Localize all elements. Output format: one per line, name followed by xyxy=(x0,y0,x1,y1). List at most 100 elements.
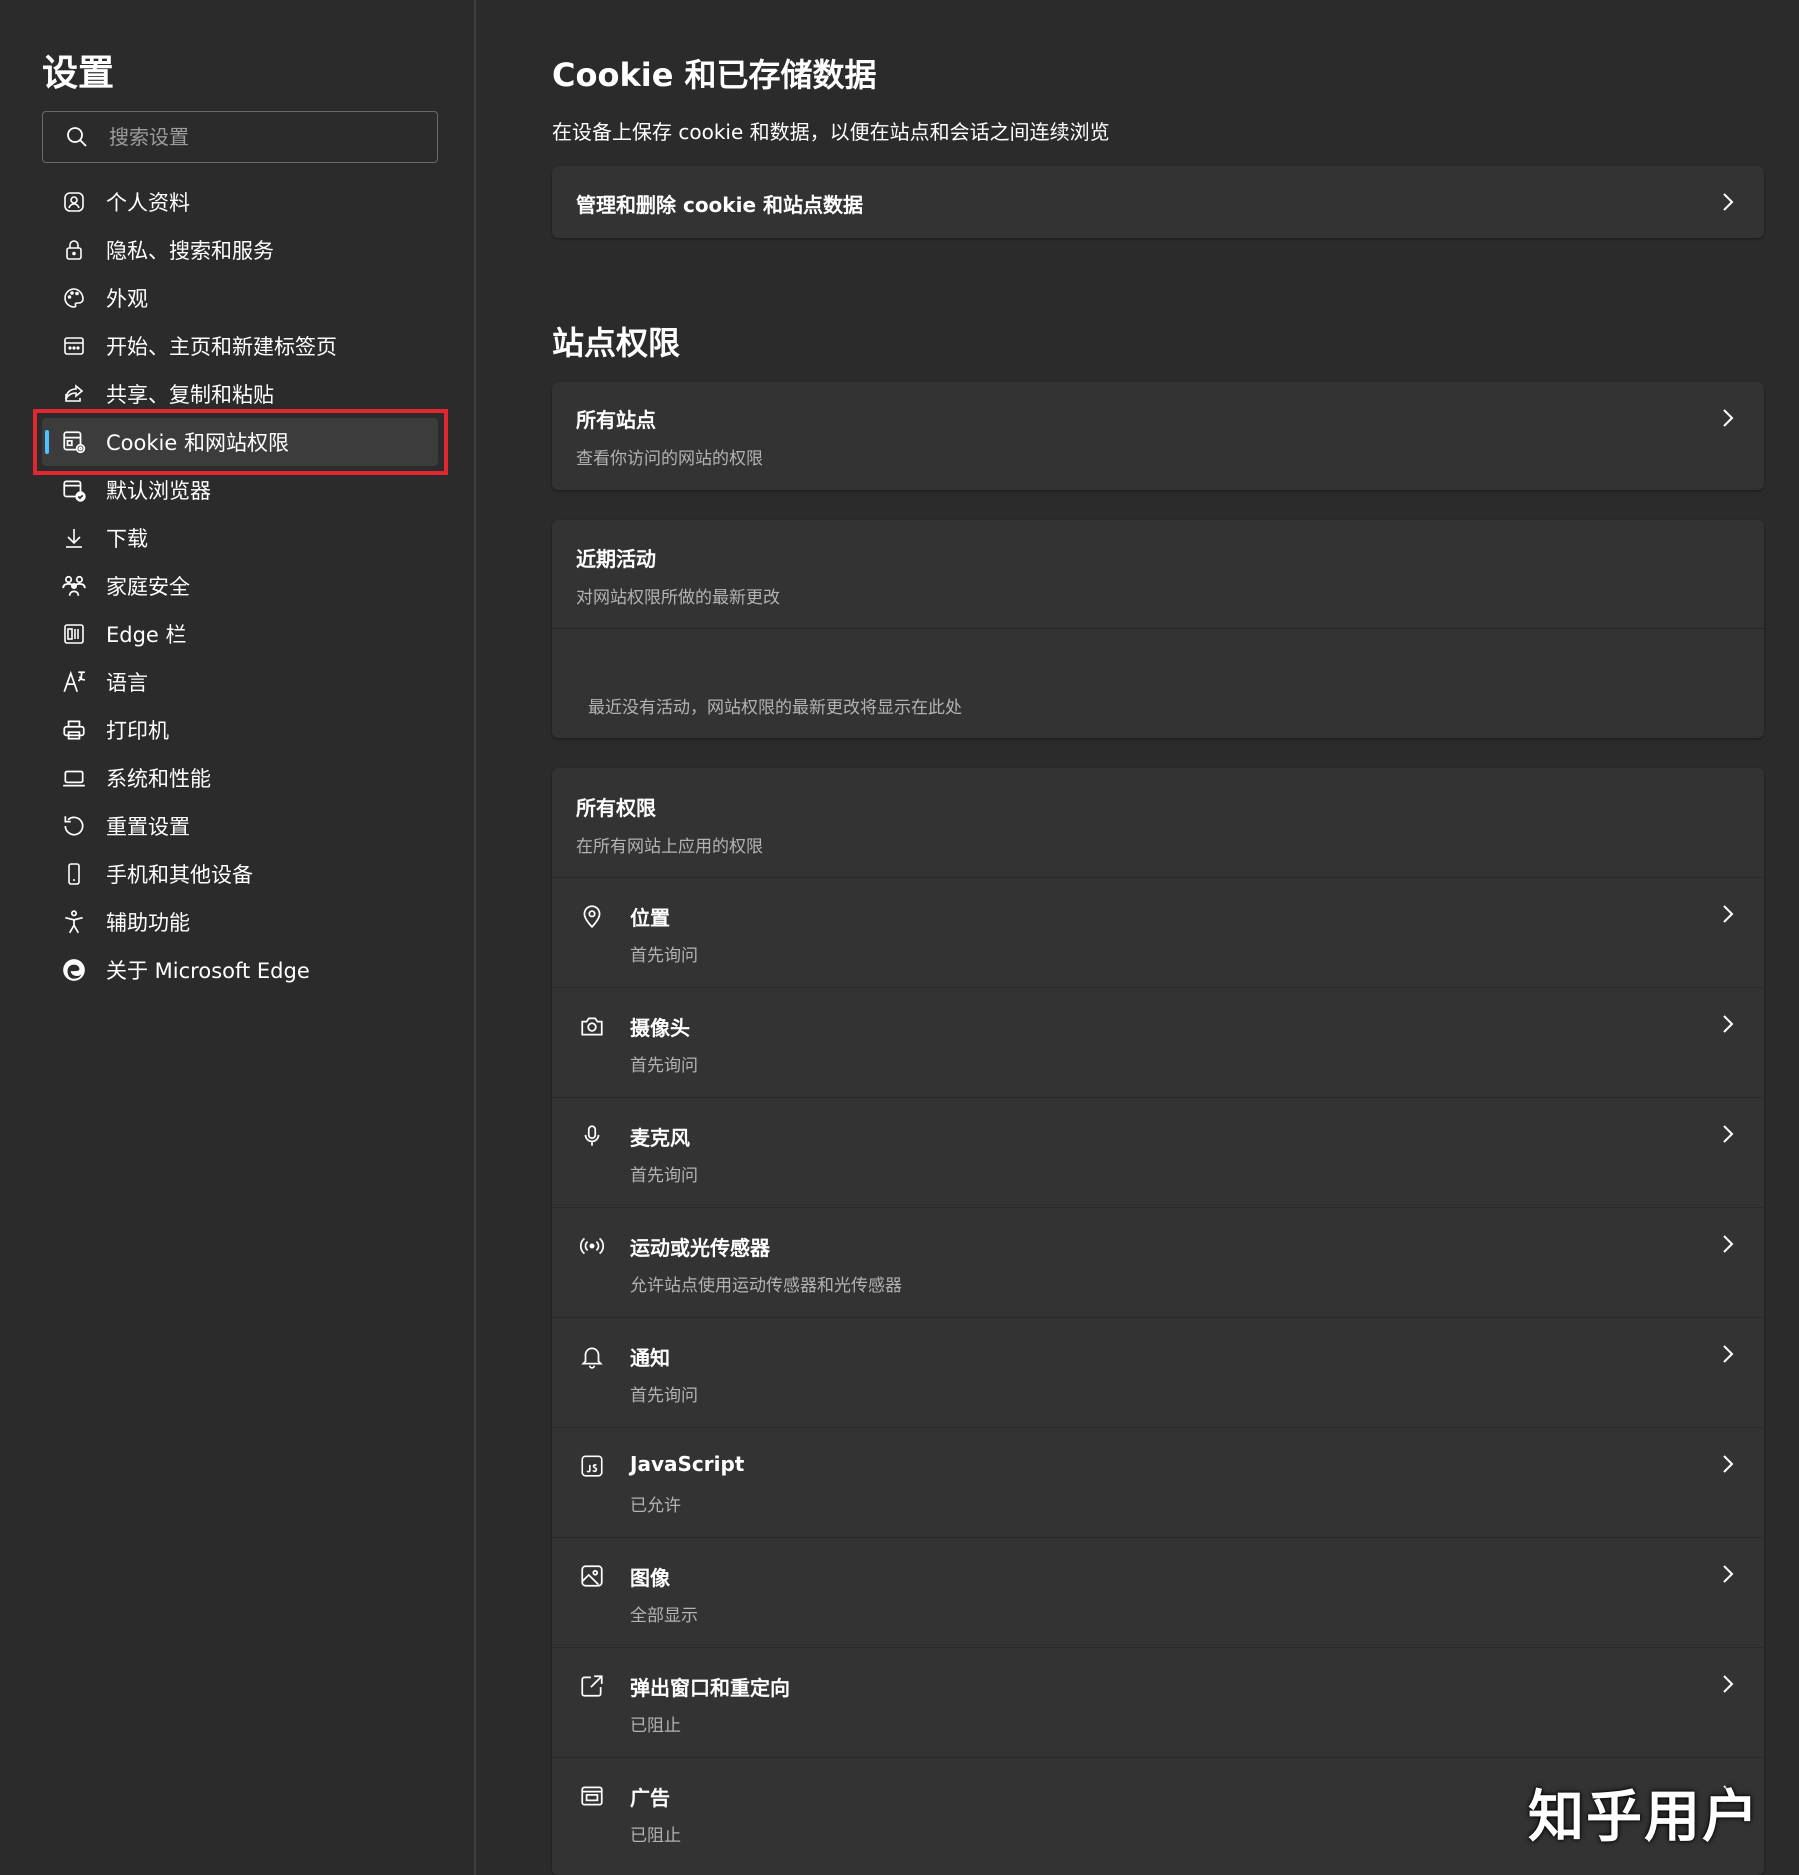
sidebar-item-reset[interactable]: 重置设置 xyxy=(42,802,438,850)
sidebar-item-label: 个人资料 xyxy=(106,191,190,215)
sidebar-item-downloads[interactable]: 下载 xyxy=(42,514,438,562)
permission-title: 摄像头 xyxy=(630,1016,690,1040)
sidebar-item-languages[interactable]: 语言 xyxy=(42,658,438,706)
permission-row-motion-sensors[interactable]: 运动或光传感器 允许站点使用运动传感器和光传感器 xyxy=(552,1207,1764,1317)
chevron-right-icon xyxy=(1723,905,1734,923)
sidebar-item-label: Cookie 和网站权限 xyxy=(106,431,289,455)
family-icon xyxy=(60,572,88,600)
sidebar-item-label: 外观 xyxy=(106,287,148,311)
reset-icon xyxy=(60,812,88,840)
permission-status: 首先询问 xyxy=(630,1166,698,1186)
permission-title: 运动或光传感器 xyxy=(630,1236,770,1260)
all-sites-card[interactable]: 所有站点 查看你访问的网站的权限 xyxy=(552,382,1764,490)
permission-row-images[interactable]: 图像 全部显示 xyxy=(552,1537,1764,1647)
sidebar-item-label: 手机和其他设备 xyxy=(106,863,253,887)
permission-row-camera[interactable]: 摄像头 首先询问 xyxy=(552,987,1764,1097)
recent-activity-title: 近期活动 xyxy=(576,547,656,571)
recent-activity-subtitle: 对网站权限所做的最新更改 xyxy=(576,588,780,608)
permission-status: 全部显示 xyxy=(630,1606,698,1626)
sidebar-item-start-page[interactable]: 开始、主页和新建标签页 xyxy=(42,322,438,370)
sidebar-item-printers[interactable]: 打印机 xyxy=(42,706,438,754)
search-input[interactable] xyxy=(107,124,407,150)
manage-cookies-row[interactable]: 管理和删除 cookie 和站点数据 xyxy=(552,166,1764,238)
printer-icon xyxy=(60,716,88,744)
chevron-right-icon xyxy=(1723,409,1734,427)
javascript-icon xyxy=(578,1452,606,1480)
language-icon xyxy=(60,668,88,696)
permission-row-javascript[interactable]: JavaScript 已允许 xyxy=(552,1427,1764,1537)
cookies-section-title: Cookie 和已存储数据 xyxy=(552,56,877,94)
profile-icon xyxy=(60,188,88,216)
permission-row-location[interactable]: 位置 首先询问 xyxy=(552,877,1764,987)
sidebar-item-profile[interactable]: 个人资料 xyxy=(42,178,438,226)
sidebar-item-about[interactable]: 关于 Microsoft Edge xyxy=(42,946,438,994)
chevron-right-icon xyxy=(1723,1125,1734,1143)
all-sites-row[interactable]: 所有站点 查看你访问的网站的权限 xyxy=(552,382,1764,490)
permission-row-popups[interactable]: 弹出窗口和重定向 已阻止 xyxy=(552,1647,1764,1757)
watermark: 知乎用户 xyxy=(1528,1785,1760,1850)
search-icon xyxy=(67,127,87,147)
manage-cookies-label: 管理和删除 cookie 和站点数据 xyxy=(576,193,863,217)
sidebar-item-label: 关于 Microsoft Edge xyxy=(106,959,310,983)
all-sites-title: 所有站点 xyxy=(576,408,656,432)
chevron-right-icon xyxy=(1723,1015,1734,1033)
download-icon xyxy=(60,524,88,552)
cookies-section-description: 在设备上保存 cookie 和数据，以便在站点和会话之间连续浏览 xyxy=(552,120,1110,144)
sidebar-item-phone[interactable]: 手机和其他设备 xyxy=(42,850,438,898)
microphone-icon xyxy=(578,1122,606,1150)
sidebar-item-accessibility[interactable]: 辅助功能 xyxy=(42,898,438,946)
permission-row-microphone[interactable]: 麦克风 首先询问 xyxy=(552,1097,1764,1207)
image-icon xyxy=(578,1562,606,1590)
permission-title: 通知 xyxy=(630,1346,670,1370)
sidebar-item-system[interactable]: 系统和性能 xyxy=(42,754,438,802)
permission-title: 位置 xyxy=(630,906,670,930)
sensor-icon xyxy=(578,1232,606,1260)
permission-title: 广告 xyxy=(630,1786,670,1810)
sidebar-item-family-safety[interactable]: 家庭安全 xyxy=(42,562,438,610)
sidebar-item-label: 共享、复制和粘贴 xyxy=(106,383,274,407)
sidebar-item-label: 打印机 xyxy=(106,719,169,743)
laptop-icon xyxy=(60,764,88,792)
chevron-right-icon xyxy=(1723,193,1734,211)
recent-activity-header: 近期活动 对网站权限所做的最新更改 xyxy=(552,520,1764,628)
permission-status: 首先询问 xyxy=(630,946,698,966)
site-permissions-title: 站点权限 xyxy=(552,324,681,362)
permission-title: JavaScript xyxy=(630,1452,745,1476)
chevron-right-icon xyxy=(1723,1675,1734,1693)
popup-icon xyxy=(578,1672,606,1700)
sidebar-item-label: 开始、主页和新建标签页 xyxy=(106,335,337,359)
permission-status: 首先询问 xyxy=(630,1056,698,1076)
permission-status: 允许站点使用运动传感器和光传感器 xyxy=(630,1276,902,1296)
permission-title: 弹出窗口和重定向 xyxy=(630,1676,790,1700)
chevron-right-icon xyxy=(1723,1345,1734,1363)
location-icon xyxy=(578,902,606,930)
permission-status: 首先询问 xyxy=(630,1386,698,1406)
sidebar-item-appearance[interactable]: 外观 xyxy=(42,274,438,322)
permission-status: 已阻止 xyxy=(630,1826,681,1846)
sidebar-item-label: 隐私、搜索和服务 xyxy=(106,239,274,263)
sidebar-item-label: 辅助功能 xyxy=(106,911,190,935)
sidebar-item-cookies-site-permissions[interactable]: Cookie 和网站权限 xyxy=(42,418,438,466)
sidebar-item-default-browser[interactable]: 默认浏览器 xyxy=(42,466,438,514)
all-permissions-subtitle: 在所有网站上应用的权限 xyxy=(576,837,763,857)
edge-logo-icon xyxy=(60,956,88,984)
sidebar-item-edge-bar[interactable]: Edge 栏 xyxy=(42,610,438,658)
accessibility-icon xyxy=(60,908,88,936)
search-box[interactable] xyxy=(42,111,438,163)
sidebar-item-label: 默认浏览器 xyxy=(106,479,211,503)
phone-icon xyxy=(60,860,88,888)
permission-row-notifications[interactable]: 通知 首先询问 xyxy=(552,1317,1764,1427)
start-page-icon xyxy=(60,332,88,360)
manage-cookies-card[interactable]: 管理和删除 cookie 和站点数据 xyxy=(552,166,1764,238)
permission-title: 图像 xyxy=(630,1566,670,1590)
sidebar-item-privacy[interactable]: 隐私、搜索和服务 xyxy=(42,226,438,274)
bell-icon xyxy=(578,1342,606,1370)
sidebar-item-share[interactable]: 共享、复制和粘贴 xyxy=(42,370,438,418)
sidebar: 设置 个人资料 隐私、搜索和服务 外观 开始、主页和新建 xyxy=(0,0,476,1875)
camera-icon xyxy=(578,1012,606,1040)
chevron-right-icon xyxy=(1723,1565,1734,1583)
all-permissions-card: 所有权限 在所有网站上应用的权限 位置 首先询问 摄像头 首先询问 麦克风 首先… xyxy=(552,768,1764,1875)
default-browser-icon xyxy=(60,476,88,504)
recent-activity-empty: 最近没有活动，网站权限的最新更改将显示在此处 xyxy=(552,628,1764,738)
sidebar-item-label: 重置设置 xyxy=(106,815,190,839)
